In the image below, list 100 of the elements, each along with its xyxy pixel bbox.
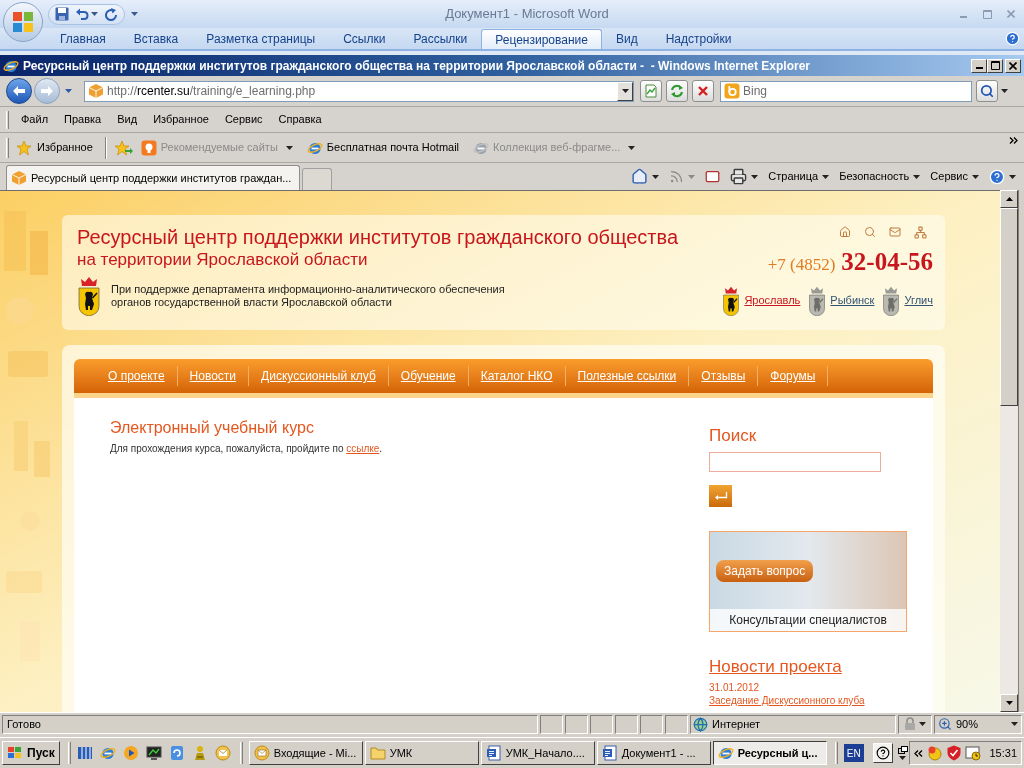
clock-text: 15:31 [989, 745, 1017, 761]
menu-item[interactable]: Избранное [145, 111, 217, 128]
read-mail-button[interactable] [705, 169, 721, 184]
stop-button[interactable] [692, 80, 714, 102]
favorites-link[interactable]: Бесплатная почта Hotmail [306, 139, 460, 156]
ribbon-tab[interactable]: Надстройки [651, 29, 746, 49]
command-menu-button[interactable]: Страница [768, 168, 830, 185]
page-icon [11, 170, 27, 186]
taskbar-button[interactable]: Ресурсный ц... [712, 741, 827, 765]
help-button[interactable] [872, 743, 893, 763]
close-button[interactable] [1005, 58, 1021, 73]
columns-icon[interactable] [76, 745, 93, 761]
city-link[interactable]: Рыбинск [830, 292, 875, 309]
banner-caption: Консультации специалистов [710, 609, 906, 631]
language-button[interactable]: EN [843, 744, 864, 762]
document-icon [601, 745, 618, 761]
undo-icon [75, 7, 89, 21]
help-icon [989, 168, 1005, 185]
up-arrow-icon [1005, 197, 1013, 201]
print-button[interactable] [730, 168, 759, 185]
refresh-page-icon[interactable] [168, 745, 185, 761]
taskbar-button[interactable]: Входящие - Mi... [248, 741, 363, 765]
globe-icon [693, 716, 708, 732]
caret-icon [652, 174, 660, 179]
ribbon-tab[interactable]: Рассылки [399, 29, 482, 49]
news-link[interactable]: Заседание Дискуссионного клуба [709, 695, 865, 707]
shield-icon[interactable] [947, 745, 962, 761]
menu-item[interactable]: Правка [56, 111, 110, 128]
status-pane [640, 714, 663, 734]
menu-item[interactable]: Файл [13, 111, 57, 128]
ribbon-tab[interactable]: Вставка [119, 29, 193, 49]
taskbar-button[interactable]: УМК_Начало.... [480, 741, 595, 765]
more-button[interactable] [1009, 137, 1018, 144]
home-icon[interactable] [839, 226, 851, 238]
show-hidden-icons-button[interactable] [914, 749, 924, 757]
start-button[interactable]: Пуск [2, 741, 60, 765]
command-menu-button[interactable]: Сервис [930, 168, 979, 185]
minimize-icon [975, 66, 983, 69]
back-button[interactable] [6, 78, 32, 104]
sitemap-icon[interactable] [914, 225, 927, 239]
mail-icon[interactable] [889, 226, 901, 238]
taskbar-button[interactable]: Документ1 - ... [596, 741, 711, 765]
search-submit-button[interactable] [709, 485, 732, 507]
help-icon[interactable] [1005, 31, 1020, 46]
site-subtitle: на территории Ярославской области [77, 249, 369, 270]
menu-item[interactable]: Сервис [216, 111, 271, 128]
browser-tab[interactable]: Ресурсный центр поддержки институтов граждан... [6, 165, 301, 190]
site-search-field[interactable] [709, 452, 881, 472]
ribbon-tab[interactable]: Разметка страницы [192, 29, 330, 49]
search-icon[interactable] [864, 226, 876, 238]
ribbon-tab[interactable]: Вид [601, 29, 652, 49]
favorites-button[interactable]: Избранное [12, 135, 101, 160]
city-link[interactable]: Углич [904, 292, 933, 309]
window-switch-button[interactable] [897, 746, 908, 760]
maximize-button[interactable] [987, 58, 1003, 73]
scroll-up-button[interactable] [1000, 190, 1018, 208]
rss-icon [669, 169, 685, 184]
play-icon[interactable] [122, 745, 139, 761]
clock-icon[interactable] [965, 745, 982, 761]
save-button[interactable] [55, 7, 69, 21]
menu-item[interactable]: Вид [109, 111, 146, 128]
site-title: Ресурсный центр поддержки институтов гражданского общества [77, 225, 678, 249]
monitor-icon[interactable] [145, 745, 162, 761]
coat-of-arms-icon [882, 285, 901, 316]
zoom-button[interactable]: 90% [934, 714, 1022, 734]
help-button[interactable] [989, 168, 1016, 185]
intro-text: Для прохождения курса, пожалуйста, пройдите по ссылке. [110, 442, 384, 456]
redo-button[interactable] [104, 7, 118, 21]
scrollbar-thumb[interactable] [1000, 208, 1018, 406]
caret-icon [913, 174, 921, 179]
ribbon-tab[interactable]: Главная [46, 29, 120, 49]
command-menu-button[interactable]: Безопасность [839, 168, 921, 185]
caret-icon [91, 12, 98, 16]
undo-button[interactable] [75, 7, 98, 21]
taskbar-button[interactable]: УМК [364, 741, 479, 765]
home-button[interactable] [631, 168, 660, 185]
refresh-button[interactable] [666, 80, 688, 102]
search-button[interactable] [976, 80, 998, 102]
news-heading[interactable]: Новости проекта [709, 657, 842, 677]
address-dropdown-button[interactable] [617, 81, 633, 101]
close-icon [697, 85, 709, 97]
compatibility-view-button[interactable] [640, 80, 662, 102]
customize-toolbar-button[interactable] [131, 12, 138, 16]
minimize-button[interactable] [971, 58, 987, 73]
scroll-down-button[interactable] [1000, 694, 1018, 712]
coat-of-arms-icon [722, 285, 741, 316]
protected-mode-button[interactable] [898, 714, 932, 734]
city-link[interactable]: Ярославль [744, 292, 801, 309]
ribbon-tab[interactable]: Рецензирование [481, 29, 602, 49]
close-icon [1009, 61, 1017, 70]
address-field[interactable]: http://rcenter.su/training/e_learning.php [84, 80, 634, 102]
ribbon-tab[interactable]: Ссылки [329, 29, 400, 49]
menu-item[interactable]: Справка [270, 111, 330, 128]
search-field[interactable]: Bing [720, 80, 972, 102]
envelope-icon[interactable] [214, 745, 231, 761]
photo-placeholder[interactable]: Задать вопрос Консультации специалистов [709, 531, 907, 632]
window-title: Ресурсный центр поддержки институтов гражданского общества на территории Ярославской области - - Windows Internet Explorer [23, 57, 810, 75]
flag-icon [7, 746, 23, 760]
restore-icon [982, 9, 992, 19]
zoom-icon [938, 717, 952, 731]
